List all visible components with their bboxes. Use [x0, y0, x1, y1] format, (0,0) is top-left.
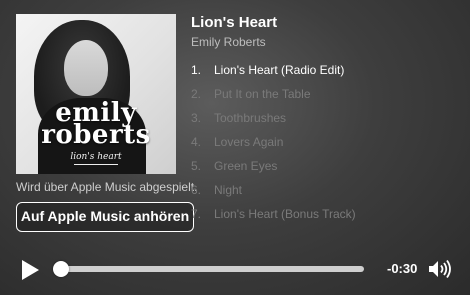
- track-title: Lion's Heart (Radio Edit): [214, 63, 345, 77]
- track-title: Put It on the Table: [214, 87, 311, 101]
- track-number: 1.: [191, 63, 202, 77]
- time-remaining: -0:30: [387, 261, 418, 276]
- track-item[interactable]: 2. Put It on the Table: [191, 86, 356, 110]
- track-number: 7.: [191, 207, 202, 221]
- track-number: 2.: [191, 87, 202, 101]
- song-title: Lion's Heart: [191, 14, 278, 31]
- track-item[interactable]: 4. Lovers Again: [191, 134, 356, 158]
- track-item[interactable]: 7. Lion's Heart (Bonus Track): [191, 206, 356, 230]
- track-title: Night: [214, 183, 243, 197]
- track-number: 5.: [191, 159, 202, 173]
- album-artist-logo: emily roberts: [41, 98, 151, 150]
- progress-knob[interactable]: [53, 261, 69, 277]
- album-script-underline: [74, 164, 118, 165]
- track-title: Toothbrushes: [214, 111, 287, 125]
- speaker-volume-icon[interactable]: [427, 259, 451, 279]
- album-title-script: lion's heart: [70, 152, 122, 162]
- track-number: 3.: [191, 111, 202, 125]
- track-item[interactable]: 3. Toothbrushes: [191, 110, 356, 134]
- listen-on-apple-music-button[interactable]: Auf Apple Music anhören: [16, 202, 194, 232]
- track-number: 6.: [191, 183, 202, 197]
- track-number: 4.: [191, 135, 202, 149]
- album-art: emily roberts lion's heart: [16, 14, 176, 174]
- artist-name: Emily Roberts: [191, 35, 266, 49]
- track-list: 1. Lion's Heart (Radio Edit) 2. Put It on …: [191, 62, 356, 230]
- playback-controls: -0:30: [0, 252, 470, 286]
- track-title: Green Eyes: [214, 159, 278, 173]
- track-item[interactable]: 1. Lion's Heart (Radio Edit): [191, 62, 356, 86]
- progress-bar[interactable]: [53, 261, 364, 277]
- track-title: Lion's Heart (Bonus Track): [214, 207, 356, 221]
- track-title: Lovers Again: [214, 135, 284, 149]
- track-item[interactable]: 6. Night: [191, 182, 356, 206]
- play-icon[interactable]: [22, 260, 39, 280]
- album-art-face: [64, 40, 108, 96]
- playback-caption: Wird über Apple Music abgespielt.: [16, 180, 198, 194]
- track-item[interactable]: 5. Green Eyes: [191, 158, 356, 182]
